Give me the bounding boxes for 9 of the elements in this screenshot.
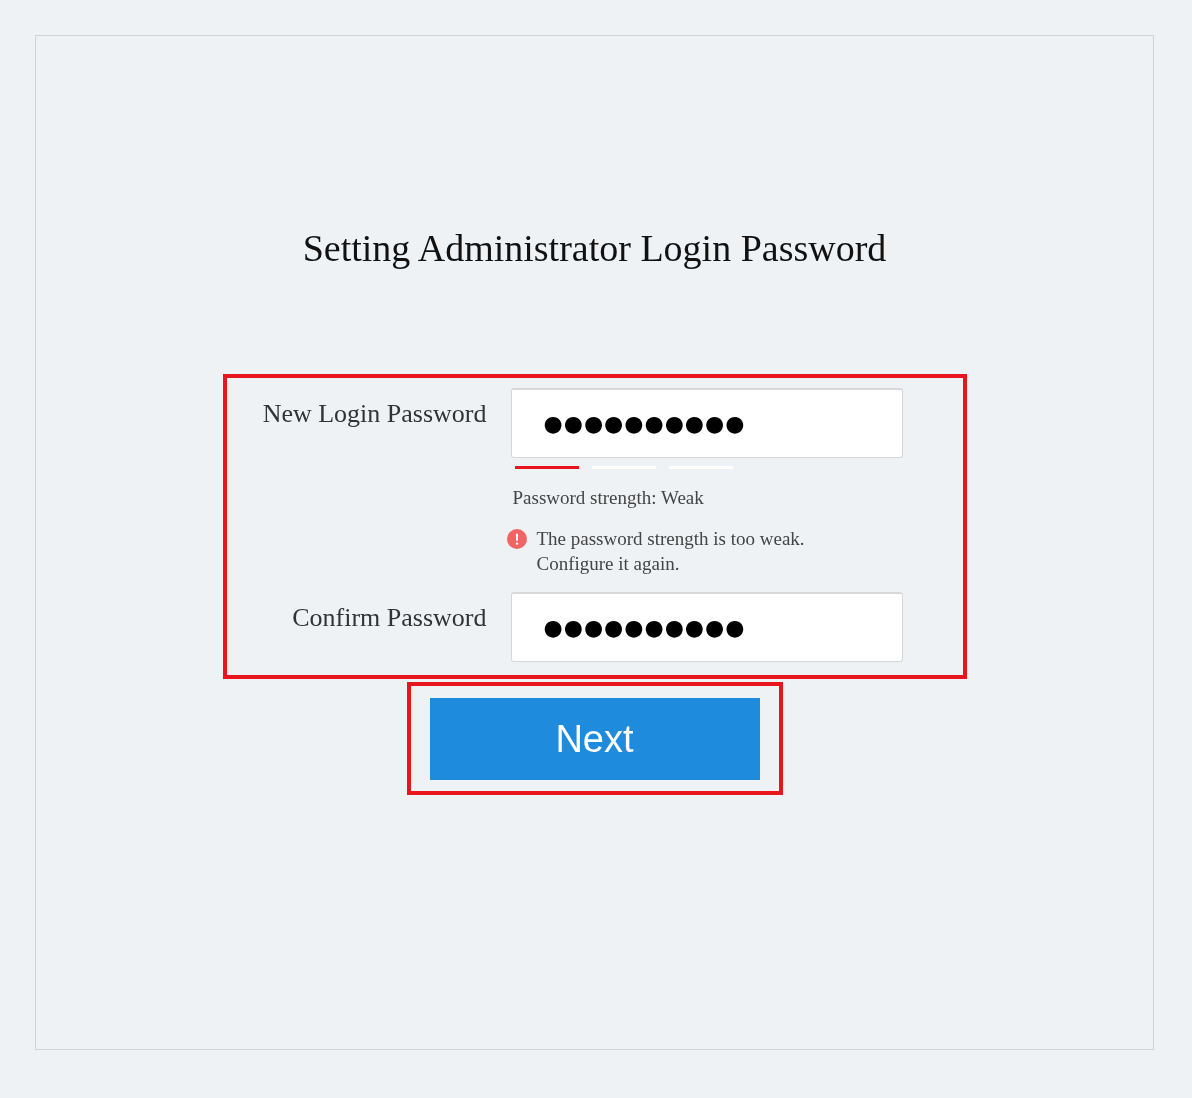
next-button[interactable]: Next xyxy=(429,698,760,780)
page-title: Setting Administrator Login Password xyxy=(302,226,887,271)
error-message: The password strength is too weak. Configure it again. xyxy=(536,527,805,576)
strength-text: Password strength: Weak xyxy=(512,486,705,510)
field-label: New Login Password xyxy=(261,398,487,430)
error-icon xyxy=(506,529,527,549)
password-field[interactable]: ●●●●●●●●●● xyxy=(510,592,903,662)
password-field[interactable]: ●●●●●●●●●● xyxy=(510,388,903,458)
field-label: Confirm Password xyxy=(291,602,487,634)
